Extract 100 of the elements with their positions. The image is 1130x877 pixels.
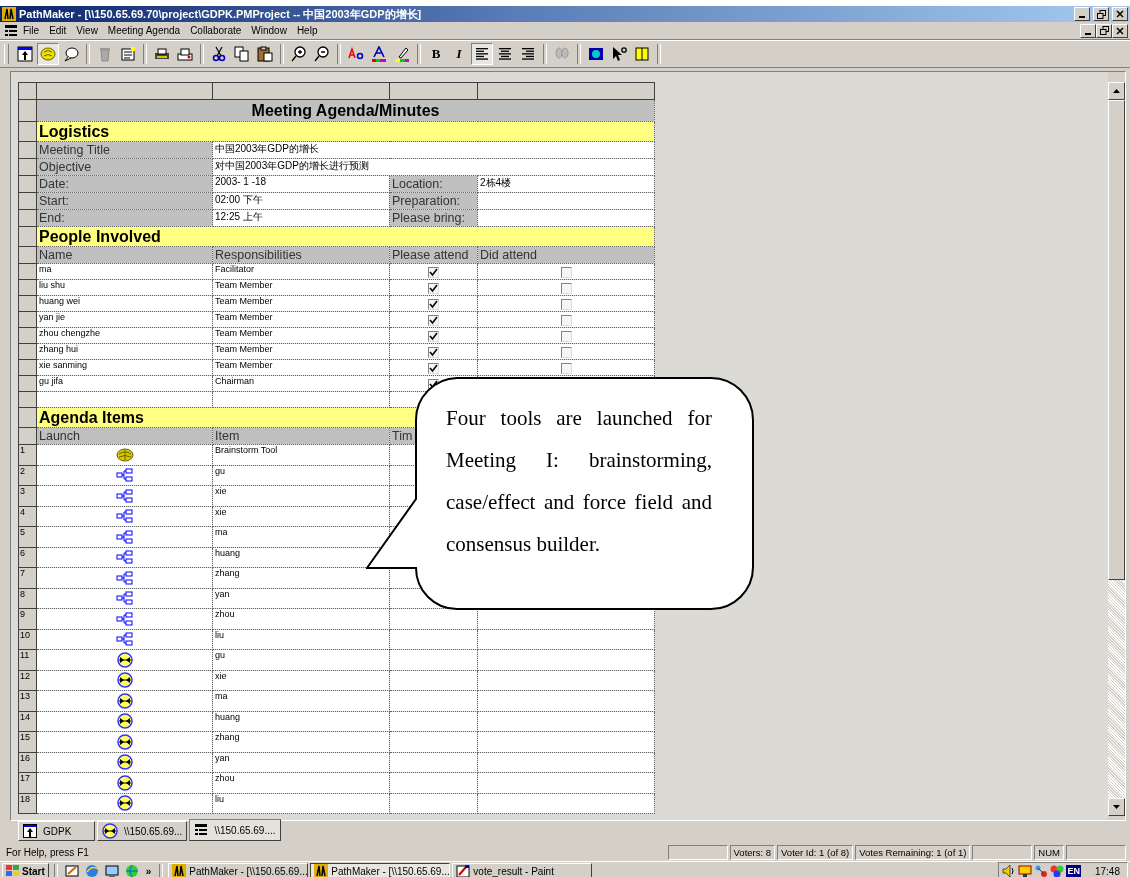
taskbar-button[interactable]: PathMaker - [\\150.65.69... (168, 863, 309, 877)
column-header-cell[interactable] (212, 82, 390, 100)
language-indicator[interactable]: EN (1066, 865, 1081, 877)
menu-item[interactable]: Collaborate (185, 25, 247, 36)
table-cell: liu (212, 793, 390, 814)
tree-diagram-icon[interactable] (115, 550, 134, 565)
bold-button[interactable]: B (425, 43, 447, 65)
balls-icon[interactable] (1050, 864, 1065, 877)
table-cell: Brainstorm Tool (212, 444, 390, 465)
globe-icon[interactable] (124, 864, 139, 877)
down-arrow-icon[interactable] (1113, 805, 1120, 809)
browser-icon[interactable] (84, 864, 99, 877)
column-heading: Responsibilities (212, 246, 390, 264)
scrollbar[interactable] (1108, 82, 1125, 816)
tree-diagram-icon[interactable] (115, 488, 134, 503)
field-value[interactable]: 对中国2003年GDP的增长进行预测 (212, 158, 655, 176)
column-heading: Did attend (477, 246, 655, 264)
table-cell: xie (212, 670, 390, 691)
field-value[interactable]: 2栋4楼 (477, 175, 655, 193)
table-cell: Team Member (212, 343, 390, 360)
column-header-cell[interactable] (36, 82, 213, 100)
minimize-button[interactable] (1080, 23, 1096, 38)
restore-button[interactable] (1093, 7, 1109, 21)
document-tab[interactable]: GDPK (18, 821, 95, 841)
checkbox[interactable] (428, 282, 439, 294)
align-left-icon[interactable] (471, 43, 493, 65)
restore-button[interactable] (1096, 23, 1112, 38)
force-field-icon[interactable] (116, 733, 133, 750)
checkbox[interactable] (560, 266, 572, 278)
checkbox[interactable] (428, 346, 439, 358)
menu-item[interactable]: Window (246, 25, 292, 36)
checkbox[interactable] (560, 314, 572, 326)
tree-diagram-icon[interactable] (115, 529, 134, 544)
italic-button[interactable]: I (448, 43, 470, 65)
tree-diagram-icon[interactable] (115, 611, 134, 626)
row-number: 7 (18, 567, 37, 588)
close-button[interactable] (1112, 23, 1128, 38)
row-number: 5 (18, 526, 37, 547)
checkbox[interactable] (428, 314, 439, 326)
checkbox[interactable] (560, 362, 572, 374)
minimize-button[interactable] (1074, 7, 1090, 21)
table-cell: yan (212, 752, 390, 773)
tree-diagram-icon[interactable] (115, 632, 134, 647)
monitor-icon[interactable] (1018, 864, 1033, 877)
document-tab[interactable]: \\150.65.69.... (189, 819, 281, 841)
menu-item[interactable]: File (18, 25, 45, 36)
checkbox[interactable] (560, 282, 572, 294)
more-button[interactable]: » (142, 865, 155, 877)
start-button[interactable]: Start (2, 863, 49, 877)
force-field-icon[interactable] (116, 713, 133, 730)
tree-diagram-icon[interactable] (115, 509, 134, 524)
window-title: PathMaker - [\\150.65.69.70\project\GDPK.PMProject -- 中国2003年GDP的增长] (19, 6, 422, 22)
force-field-icon[interactable] (116, 692, 133, 709)
tree-diagram-icon[interactable] (115, 468, 134, 483)
menu-item[interactable]: Meeting Agenda (102, 25, 186, 36)
field-value[interactable]: 2003- 1 -18 (212, 175, 390, 193)
document-tab[interactable]: \\150.65.69... (97, 821, 188, 841)
checkbox[interactable] (428, 330, 439, 342)
force-field-icon[interactable] (116, 651, 133, 668)
table-cell: Team Member (212, 279, 390, 296)
field-value[interactable]: 中国2003年GDP的增长 (212, 141, 655, 159)
menu-item[interactable]: Edit (44, 25, 72, 36)
app-icon (2, 7, 16, 21)
up-arrow-icon[interactable] (1113, 89, 1120, 93)
tree-diagram-icon[interactable] (115, 570, 134, 585)
speaker-icon[interactable] (1002, 864, 1017, 877)
force-field-icon[interactable] (116, 754, 133, 771)
table-cell: Facilitator (212, 263, 390, 280)
force-field-icon[interactable] (116, 774, 133, 791)
network-icon[interactable] (1034, 864, 1049, 877)
checkbox[interactable] (428, 266, 439, 278)
taskbar-button[interactable]: PathMaker - [\\150.65.69... (310, 863, 451, 877)
menu-item[interactable]: Help (291, 25, 323, 36)
column-header-cell[interactable] (477, 82, 655, 100)
table-cell: gu (212, 649, 390, 670)
paste-icon[interactable] (254, 43, 276, 65)
row-number: 2 (18, 465, 37, 486)
checkbox[interactable] (560, 298, 572, 310)
menu-item[interactable]: View (71, 25, 103, 36)
status-panel (1066, 845, 1126, 860)
table-cell: gu (212, 465, 390, 486)
checkbox[interactable] (560, 330, 572, 342)
toolbox-icon[interactable] (14, 43, 36, 65)
checkbox[interactable] (428, 298, 439, 310)
desktop-icon[interactable] (64, 864, 79, 877)
column-header-cell[interactable] (389, 82, 478, 100)
brain-icon[interactable] (37, 43, 59, 65)
taskbar-button[interactable]: vote_result - Paint (452, 863, 593, 877)
checkbox[interactable] (560, 346, 572, 358)
field-value[interactable]: 12:25 上午 (212, 209, 390, 227)
field-value[interactable]: 02:00 下午 (212, 192, 390, 210)
force-field-icon[interactable] (116, 795, 133, 812)
app-icon (172, 864, 187, 877)
close-button[interactable] (1112, 7, 1128, 21)
force-field-icon[interactable] (116, 672, 133, 689)
checkbox[interactable] (428, 362, 439, 374)
brain-icon[interactable] (115, 447, 134, 462)
tree-diagram-icon[interactable] (115, 591, 134, 606)
monitor-icon[interactable] (104, 864, 119, 877)
status-panel (667, 845, 728, 860)
